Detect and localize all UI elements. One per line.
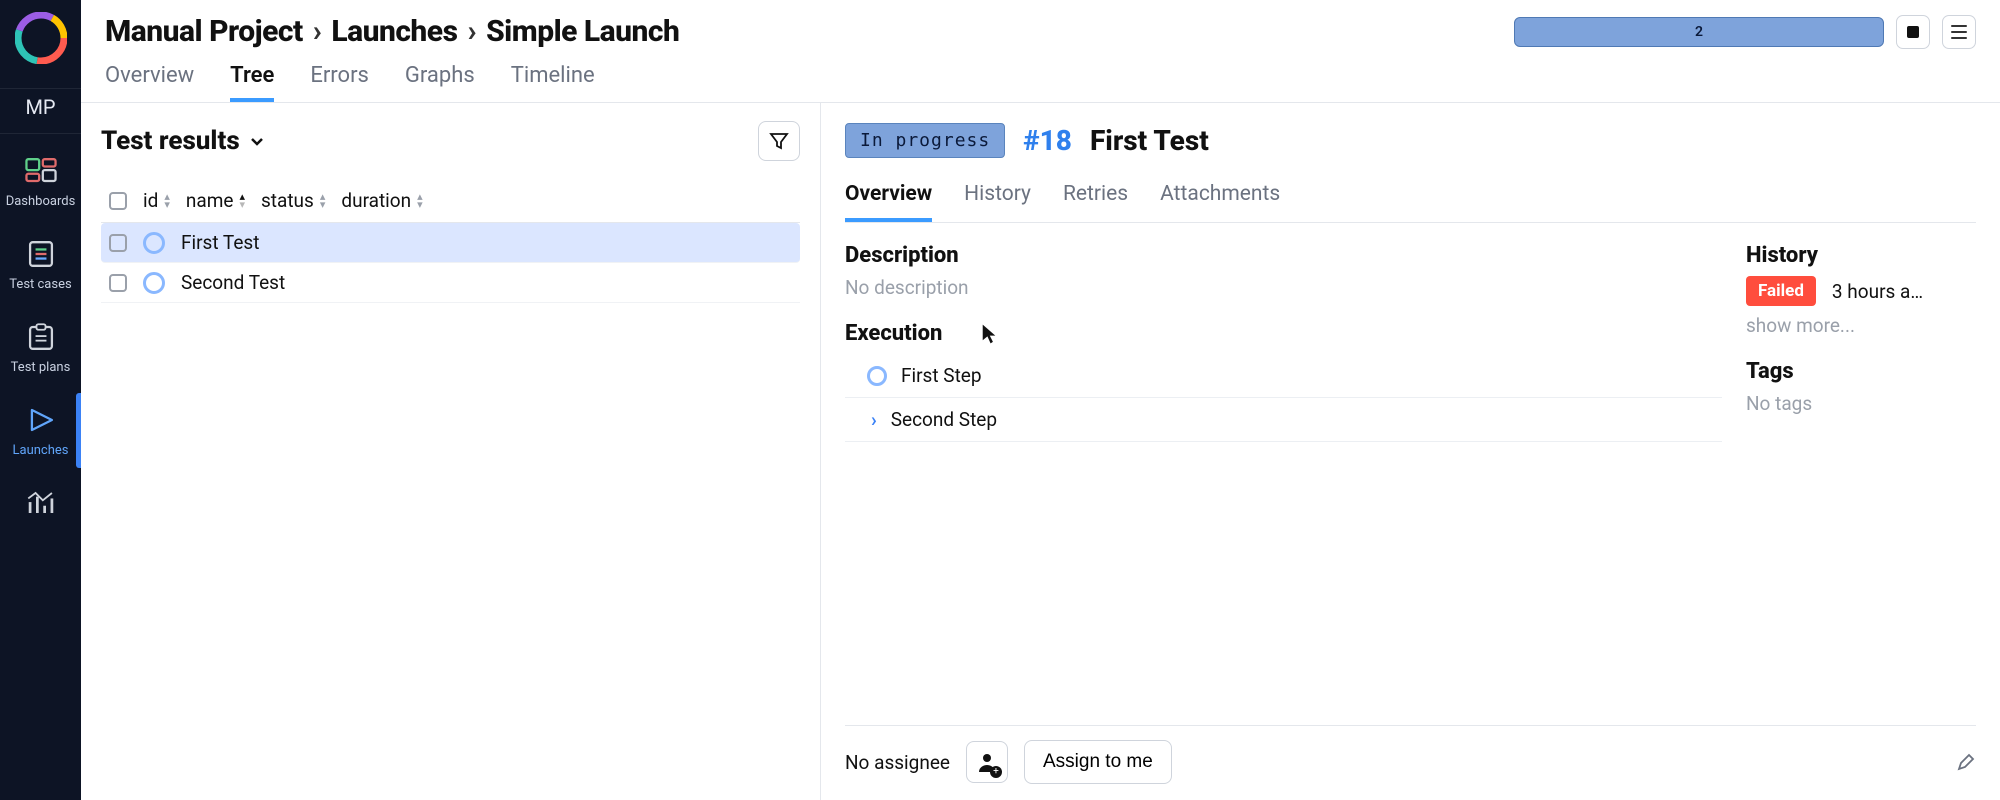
history-entry[interactable]: Failed 3 hours a… bbox=[1746, 276, 1976, 306]
stop-icon bbox=[1907, 26, 1919, 38]
history-time: 3 hours a… bbox=[1832, 280, 1923, 303]
sort-icon: ▴▾ bbox=[417, 193, 423, 209]
assignee-label: No assignee bbox=[845, 751, 950, 774]
main-tabs: Overview Tree Errors Graphs Timeline bbox=[81, 49, 2000, 103]
description-value: No description bbox=[845, 276, 1722, 299]
nav-item-launches[interactable]: Launches bbox=[0, 389, 81, 472]
menu-button[interactable] bbox=[1942, 15, 1976, 49]
progress-indicator[interactable]: 2 bbox=[1514, 17, 1884, 47]
status-badge: In progress bbox=[845, 123, 1005, 158]
nav-item-label: Test plans bbox=[11, 360, 71, 375]
app-logo[interactable] bbox=[15, 12, 67, 64]
status-circle-icon bbox=[143, 232, 165, 254]
step-status-icon bbox=[867, 366, 887, 386]
history-status-badge: Failed bbox=[1746, 276, 1816, 306]
execution-step[interactable]: First Step bbox=[845, 354, 1722, 398]
chevron-right-icon: › bbox=[871, 408, 877, 431]
project-code[interactable]: MP bbox=[25, 95, 55, 119]
left-nav: MP Dashboards Test cases Test plans bbox=[0, 0, 81, 800]
breadcrumb-part[interactable]: Simple Launch bbox=[486, 14, 679, 49]
row-name: First Test bbox=[181, 231, 259, 254]
assign-user-button[interactable]: + bbox=[966, 741, 1008, 783]
edit-icon[interactable] bbox=[1956, 752, 1976, 772]
breadcrumb-sep: › bbox=[313, 14, 322, 49]
main-area: Manual Project › Launches › Simple Launc… bbox=[81, 0, 2000, 800]
status-circle-icon bbox=[143, 272, 165, 294]
execution-step[interactable]: › Second Step bbox=[845, 398, 1722, 442]
col-name[interactable]: name ▴▾ bbox=[186, 189, 245, 212]
tab-tree[interactable]: Tree bbox=[230, 63, 274, 102]
content-split: Test results id ▴▾ name ▴▾ bbox=[81, 103, 2000, 800]
row-checkbox[interactable] bbox=[109, 274, 127, 292]
nav-item-analytics[interactable] bbox=[0, 472, 81, 540]
tags-heading: Tags bbox=[1746, 359, 1976, 384]
breadcrumb-part[interactable]: Manual Project bbox=[105, 14, 303, 49]
tree-panel: Test results id ▴▾ name ▴▾ bbox=[81, 103, 821, 800]
breadcrumb-part[interactable]: Launches bbox=[331, 14, 457, 49]
details-panel: In progress #18 First Test Overview Hist… bbox=[821, 103, 2000, 800]
nav-item-label: Test cases bbox=[9, 277, 71, 292]
dtab-retries[interactable]: Retries bbox=[1063, 176, 1128, 222]
nav-item-dashboards[interactable]: Dashboards bbox=[0, 140, 81, 223]
details-tabs: Overview History Retries Attachments bbox=[845, 176, 1976, 223]
breadcrumb: Manual Project › Launches › Simple Launc… bbox=[105, 14, 679, 49]
tree-title-text: Test results bbox=[101, 126, 240, 156]
details-footer: No assignee + Assign to me bbox=[845, 725, 1976, 800]
dtab-history[interactable]: History bbox=[964, 176, 1031, 222]
topbar: Manual Project › Launches › Simple Launc… bbox=[81, 0, 2000, 49]
row-checkbox[interactable] bbox=[109, 234, 127, 252]
col-status[interactable]: status ▴▾ bbox=[261, 189, 325, 212]
col-duration[interactable]: duration ▴▾ bbox=[341, 189, 422, 212]
nav-item-test-cases[interactable]: Test cases bbox=[0, 223, 81, 306]
breadcrumb-sep: › bbox=[467, 14, 476, 49]
chevron-down-icon bbox=[248, 132, 266, 150]
item-id[interactable]: #18 bbox=[1023, 124, 1072, 157]
execution-heading: Execution bbox=[845, 321, 942, 346]
sort-icon: ▴▾ bbox=[320, 193, 326, 209]
description-heading: Description bbox=[845, 243, 1722, 268]
filter-icon bbox=[769, 131, 789, 151]
nav-item-test-plans[interactable]: Test plans bbox=[0, 306, 81, 389]
col-id[interactable]: id ▴▾ bbox=[143, 189, 170, 212]
step-label: First Step bbox=[901, 364, 982, 387]
mouse-cursor-icon bbox=[981, 323, 997, 345]
show-more-link[interactable]: show more... bbox=[1746, 314, 1976, 337]
tags-value: No tags bbox=[1746, 392, 1976, 415]
tab-timeline[interactable]: Timeline bbox=[511, 63, 595, 102]
results-table: id ▴▾ name ▴▾ status ▴▾ duration ▴▾ bbox=[101, 179, 800, 303]
tab-overview[interactable]: Overview bbox=[105, 63, 194, 102]
tab-graphs[interactable]: Graphs bbox=[405, 63, 475, 102]
nav-item-label: Launches bbox=[13, 443, 69, 458]
filter-button[interactable] bbox=[758, 121, 800, 161]
tab-errors[interactable]: Errors bbox=[310, 63, 369, 102]
stop-button[interactable] bbox=[1896, 15, 1930, 49]
step-label: Second Step bbox=[891, 408, 997, 431]
plus-icon: + bbox=[990, 766, 1002, 778]
row-name: Second Test bbox=[181, 271, 285, 294]
select-all-checkbox[interactable] bbox=[109, 192, 127, 210]
dtab-overview[interactable]: Overview bbox=[845, 176, 932, 222]
item-title: First Test bbox=[1090, 124, 1209, 157]
sort-icon: ▴▾ bbox=[164, 193, 170, 209]
table-row[interactable]: First Test bbox=[101, 223, 800, 263]
history-heading: History bbox=[1746, 243, 1976, 268]
table-head: id ▴▾ name ▴▾ status ▴▾ duration ▴▾ bbox=[101, 179, 800, 223]
nav-item-label: Dashboards bbox=[6, 194, 76, 209]
assign-to-me-button[interactable]: Assign to me bbox=[1024, 740, 1172, 784]
dtab-attachments[interactable]: Attachments bbox=[1160, 176, 1280, 222]
sort-icon: ▴▾ bbox=[239, 193, 245, 209]
tree-title[interactable]: Test results bbox=[101, 126, 266, 156]
table-row[interactable]: Second Test bbox=[101, 263, 800, 303]
